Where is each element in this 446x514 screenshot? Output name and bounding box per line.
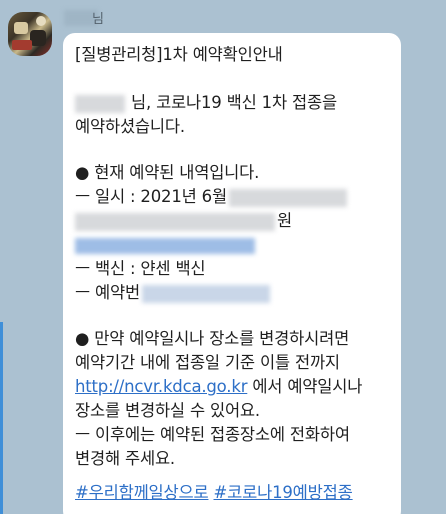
date-line: ㅡ 일시 : 2021년 6월 bbox=[75, 185, 347, 209]
change-line-2: 예약기간 내에 접종일 기준 이틀 전까지 bbox=[75, 353, 340, 372]
place-suffix: 원 bbox=[277, 211, 292, 230]
date-label: ㅡ 일시 : 2021년 6월 bbox=[75, 187, 227, 206]
hashtag-link[interactable]: #우리함께일상으로 bbox=[75, 483, 209, 502]
hashtag-link[interactable]: #코로나19예방접종 bbox=[214, 483, 353, 502]
place-line: 원 bbox=[75, 209, 292, 233]
change-line-1: ● 만약 예약일시나 장소를 변경하시려면 bbox=[75, 329, 350, 348]
recipient-name-redacted bbox=[75, 94, 125, 113]
sender-name-suffix: 님 bbox=[92, 12, 104, 27]
reservation-line: ㅡ 예약번 bbox=[75, 281, 270, 305]
phone-line bbox=[75, 233, 255, 257]
change-line-4: 장소를 변경하실 수 있어요. bbox=[75, 401, 260, 420]
greeting-line-1: 님, 코로나19 백신 1차 접종을 bbox=[75, 91, 337, 115]
greeting-line-1-text: 님, 코로나19 백신 1차 접종을 bbox=[131, 93, 337, 112]
avatar-detail bbox=[36, 16, 46, 26]
chat-window: 님 [질병관리청]1차 예약확인안내 님, 코로나19 백신 1차 접종을 예약… bbox=[0, 0, 446, 514]
message-bubble[interactable]: [질병관리청]1차 예약확인안내 님, 코로나19 백신 1차 접종을 예약하셨… bbox=[63, 33, 401, 514]
scroll-indicator bbox=[0, 322, 3, 514]
avatar-detail bbox=[12, 40, 32, 50]
change-line-3-text: 에서 예약일시나 bbox=[247, 377, 363, 396]
change-line-3: http://ncvr.kdca.go.kr 에서 예약일시나 bbox=[75, 375, 362, 399]
vaccine-line: ㅡ 백신 : 얀센 백신 bbox=[75, 259, 206, 278]
hashtags: #우리함께일상으로 #코로나19예방접종 bbox=[75, 481, 353, 505]
avatar-detail bbox=[14, 22, 28, 34]
greeting-line-2: 예약하셨습니다. bbox=[75, 117, 185, 136]
sender-avatar[interactable] bbox=[8, 12, 52, 56]
details-header: ● 현재 예약된 내역입니다. bbox=[75, 163, 260, 182]
after-line-1: ㅡ 이후에는 예약된 접종장소에 전화하여 bbox=[75, 425, 350, 444]
reservation-label: ㅡ 예약번 bbox=[75, 283, 140, 302]
place-redacted bbox=[75, 212, 275, 231]
date-redacted bbox=[228, 188, 347, 207]
after-line-2: 변경해 주세요. bbox=[75, 449, 175, 468]
phone-link-redacted[interactable] bbox=[75, 237, 255, 254]
avatar-detail bbox=[30, 30, 46, 46]
message-title: [질병관리청]1차 예약확인안내 bbox=[75, 45, 283, 64]
ncvr-link[interactable]: http://ncvr.kdca.go.kr bbox=[75, 377, 247, 396]
reservation-number-redacted[interactable] bbox=[141, 284, 270, 303]
